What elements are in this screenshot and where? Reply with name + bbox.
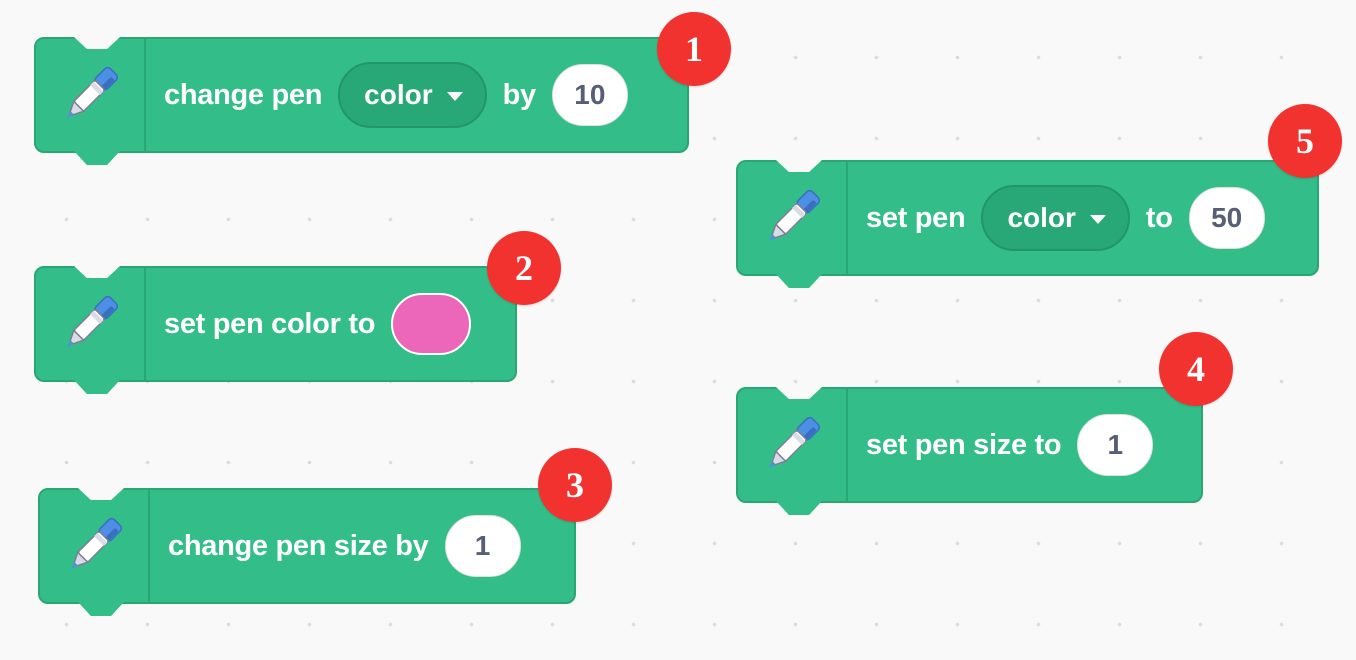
pen-param-dropdown[interactable]: color bbox=[338, 62, 487, 128]
dropdown-value: color bbox=[1007, 202, 1076, 233]
set-pen-size-to-block[interactable]: set pen size to 1 bbox=[736, 387, 1203, 503]
block-label: to bbox=[1145, 201, 1173, 234]
color-picker-input[interactable] bbox=[391, 293, 472, 355]
pen-icon bbox=[738, 162, 848, 274]
pen-icon bbox=[40, 490, 150, 602]
step-badge: 3 bbox=[538, 448, 612, 522]
dropdown-value: color bbox=[364, 79, 433, 110]
pen-icon bbox=[36, 39, 146, 151]
number-input[interactable]: 1 bbox=[444, 515, 521, 577]
change-pen-size-by-block[interactable]: change pen size by 1 bbox=[38, 488, 576, 604]
block-label: change pen bbox=[164, 78, 323, 111]
step-badge: 5 bbox=[1268, 104, 1342, 178]
block-label: set pen bbox=[866, 201, 966, 234]
block-label: set pen color to bbox=[164, 307, 376, 340]
pen-icon bbox=[36, 268, 146, 380]
caret-down-icon bbox=[1089, 214, 1106, 224]
block-label: change pen size by bbox=[168, 529, 429, 562]
step-badge: 4 bbox=[1159, 332, 1233, 406]
change-pen-color-by-block[interactable]: change pen color by 10 bbox=[34, 37, 689, 153]
number-input[interactable]: 50 bbox=[1188, 187, 1265, 249]
set-pen-color-to-block[interactable]: set pen color to bbox=[34, 266, 517, 382]
number-input[interactable]: 1 bbox=[1077, 414, 1154, 476]
number-input[interactable]: 10 bbox=[551, 64, 628, 126]
step-badge: 1 bbox=[657, 12, 731, 86]
block-label: set pen size to bbox=[866, 428, 1062, 461]
pen-icon bbox=[738, 389, 848, 501]
pen-param-dropdown[interactable]: color bbox=[981, 185, 1130, 251]
set-pen-param-to-block[interactable]: set pen color to 50 bbox=[736, 160, 1319, 276]
block-label: by bbox=[502, 78, 537, 111]
step-badge: 2 bbox=[487, 231, 561, 305]
caret-down-icon bbox=[446, 91, 463, 101]
